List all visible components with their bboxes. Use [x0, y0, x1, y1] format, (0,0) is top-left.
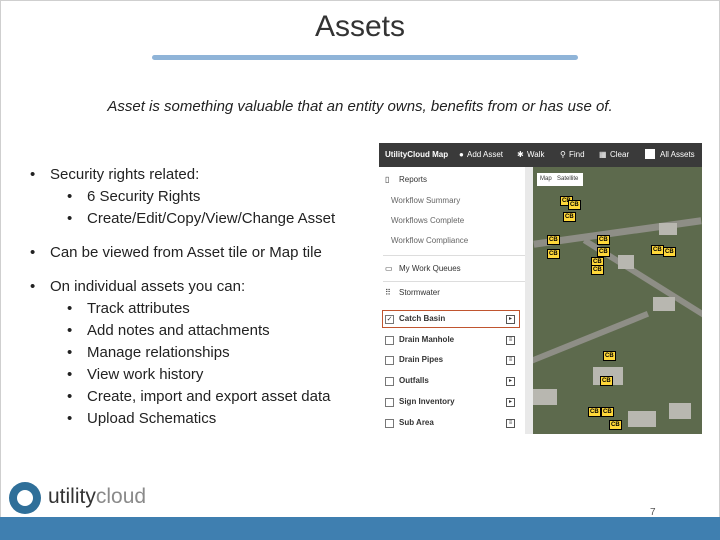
bullet-individual: On individual assets you can:: [30, 276, 380, 298]
workflow-compliance-link[interactable]: Workflow Compliance: [391, 236, 468, 245]
title-underline: [152, 55, 578, 60]
layer-checkbox[interactable]: [385, 356, 394, 365]
catch-basin-marker[interactable]: CB: [609, 420, 622, 430]
walk-button[interactable]: Walk: [527, 150, 544, 159]
catch-basin-marker[interactable]: CB: [568, 200, 581, 210]
all-assets-label: All Assets: [660, 150, 695, 159]
bullet-viewed: Can be viewed from Asset tile or Map til…: [30, 242, 380, 264]
layer-detail-icon[interactable]: ≡: [506, 419, 515, 428]
pin-icon: ●: [459, 150, 464, 159]
map-road: [533, 310, 650, 370]
find-button[interactable]: Find: [569, 150, 585, 159]
app-title: UtilityCloud Map: [385, 150, 449, 159]
catch-basin-marker[interactable]: CB: [597, 247, 610, 257]
grid-icon: ▦: [599, 150, 607, 159]
layer-label: Drain Manhole: [399, 335, 455, 344]
layer-label: Sub Area: [399, 418, 434, 427]
pin-layer-icon[interactable]: ▸: [506, 398, 515, 407]
clear-button[interactable]: Clear: [610, 150, 629, 159]
layer-label: Sign Inventory: [399, 397, 455, 406]
catch-basin-marker[interactable]: CB: [588, 407, 601, 417]
layer-panel: ▯ Reports Workflow Summary Workflows Com…: [379, 167, 525, 434]
bullet-security-sub: Create/Edit/Copy/View/Change Asset: [30, 208, 380, 230]
layer-checkbox-checked[interactable]: ✓: [385, 315, 394, 324]
bullet-individual-sub: Manage relationships: [30, 342, 380, 364]
layer-detail-icon[interactable]: ≡: [506, 336, 515, 345]
map-building: [618, 255, 634, 269]
bullet-individual-sub: View work history: [30, 364, 380, 386]
layer-label: Outfalls: [399, 376, 429, 385]
layer-label: Drain Pipes: [399, 355, 444, 364]
reports-link[interactable]: Reports: [399, 175, 427, 184]
catch-basin-marker[interactable]: CB: [597, 235, 610, 245]
catch-basin-marker[interactable]: CB: [591, 265, 604, 275]
slide-subtitle: Asset is something valuable that an enti…: [107, 98, 613, 115]
satellite-map[interactable]: Map Satellite CB CB CB CB CB CB CB CB CB…: [533, 167, 702, 434]
app-toolbar: UtilityCloud Map ● Add Asset ✱ Walk ⚲ Fi…: [379, 143, 702, 167]
map-building: [669, 403, 691, 419]
bullet-individual-sub: Upload Schematics: [30, 408, 380, 430]
catch-basin-marker[interactable]: CB: [600, 376, 613, 386]
bullet-individual-sub: Add notes and attachments: [30, 320, 380, 342]
catch-basin-marker[interactable]: CB: [603, 351, 616, 361]
walk-icon: ✱: [517, 150, 524, 159]
bullet-security: Security rights related:: [30, 164, 380, 186]
bullet-security-sub: 6 Security Rights: [30, 186, 380, 208]
utilitycloud-map-screenshot: UtilityCloud Map ● Add Asset ✱ Walk ⚲ Fi…: [379, 143, 702, 434]
slide-title: Assets: [314, 10, 406, 43]
page-number: 7: [650, 507, 656, 518]
stormwater-header[interactable]: Stormwater: [399, 288, 440, 297]
pin-layer-icon[interactable]: ▸: [506, 315, 515, 324]
grid-icon: ⠿: [385, 288, 391, 297]
utilitycloud-logo-text: utilitycloud: [48, 485, 147, 508]
panel-scrollbar[interactable]: [525, 167, 533, 434]
workflows-complete-link[interactable]: Workflows Complete: [391, 216, 464, 225]
catch-basin-marker[interactable]: CB: [601, 407, 614, 417]
search-icon: ⚲: [560, 150, 566, 159]
map-building: [653, 297, 675, 311]
map-building: [659, 223, 677, 235]
map-building: [628, 411, 656, 427]
bullet-list: Security rights related: 6 Security Righ…: [30, 164, 380, 430]
layer-checkbox[interactable]: [385, 336, 394, 345]
workflow-summary-link[interactable]: Workflow Summary: [391, 196, 460, 205]
catch-basin-marker[interactable]: CB: [547, 249, 560, 259]
pin-layer-icon[interactable]: ▸: [506, 377, 515, 386]
layer-label: Catch Basin: [399, 314, 446, 323]
my-work-queues-link[interactable]: My Work Queues: [399, 264, 461, 273]
queue-icon: ▭: [385, 264, 393, 273]
catch-basin-marker[interactable]: CB: [547, 235, 560, 245]
catch-basin-marker[interactable]: CB: [563, 212, 576, 222]
map-toggle-map[interactable]: Map: [540, 176, 552, 182]
catch-basin-marker[interactable]: CB: [663, 247, 676, 257]
footer-bar: [0, 517, 720, 540]
all-assets-checkbox[interactable]: [645, 149, 655, 159]
layer-checkbox[interactable]: [385, 398, 394, 407]
layer-detail-icon[interactable]: ≡: [506, 356, 515, 365]
catch-basin-marker[interactable]: CB: [651, 245, 664, 255]
add-asset-button[interactable]: Add Asset: [467, 150, 503, 159]
bullet-individual-sub: Track attributes: [30, 298, 380, 320]
layer-checkbox[interactable]: [385, 419, 394, 428]
map-type-toggle[interactable]: Map Satellite: [537, 173, 583, 186]
bullet-individual-sub: Create, import and export asset data: [30, 386, 380, 408]
map-toggle-satellite[interactable]: Satellite: [557, 176, 578, 182]
utilitycloud-logo-icon: [9, 482, 41, 514]
map-building: [533, 389, 557, 405]
layer-checkbox[interactable]: [385, 377, 394, 386]
reports-icon: ▯: [385, 175, 390, 184]
